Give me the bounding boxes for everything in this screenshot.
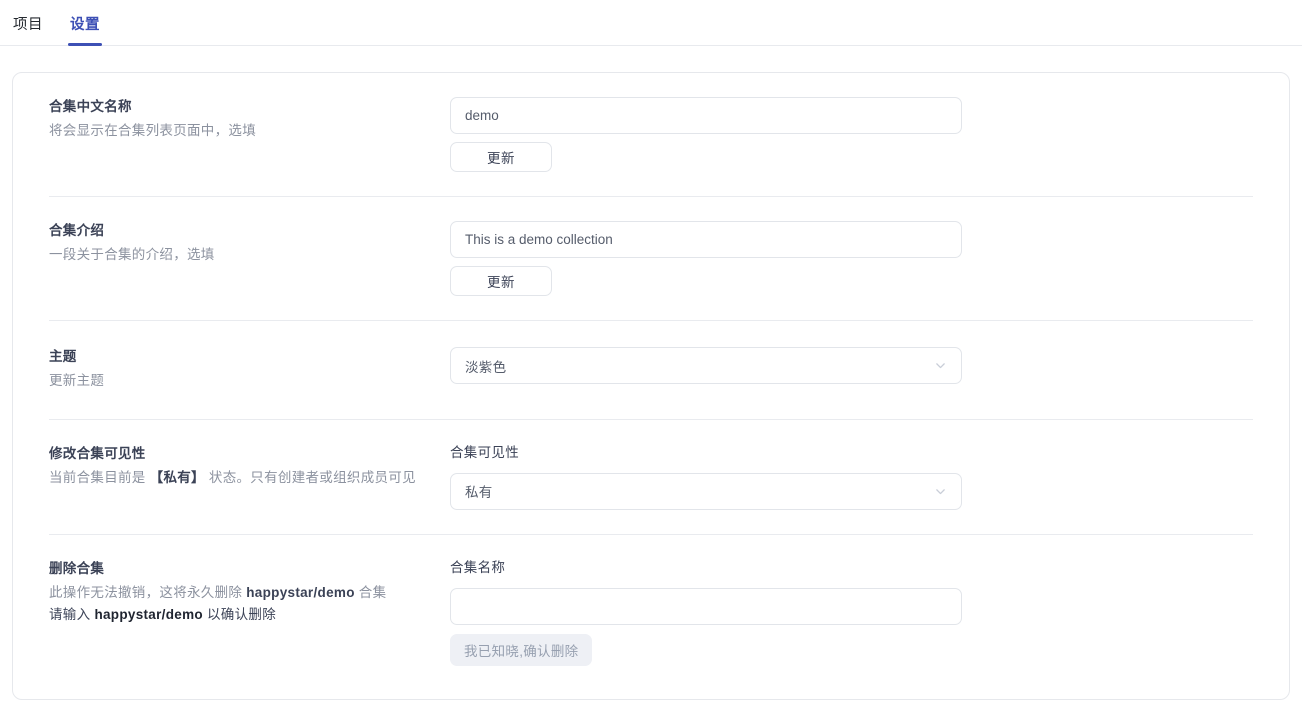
collection-name-update-label: 更新	[487, 147, 515, 167]
section-delete-desc-line1: 此操作无法撤销，这将永久删除 happystar/demo 合集	[49, 582, 449, 604]
section-visibility-title: 修改合集可见性	[49, 444, 449, 464]
section-collection-intro-info: 合集介绍 一段关于合集的介绍，选填	[37, 221, 449, 266]
tab-settings[interactable]: 设置	[56, 18, 114, 46]
chevron-down-icon	[933, 359, 947, 373]
tab-projects[interactable]: 项目	[0, 18, 56, 46]
delete-field-label: 合集名称	[450, 559, 1265, 578]
section-delete-controls: 合集名称 我已知晓,确认删除	[449, 559, 1265, 666]
section-theme-desc: 更新主题	[49, 370, 449, 392]
chevron-down-icon	[933, 484, 947, 498]
section-delete-info: 删除合集 此操作无法撤销，这将永久删除 happystar/demo 合集 请输…	[37, 559, 449, 625]
delete-desc2-suffix: 以确认删除	[203, 607, 276, 622]
tab-settings-label: 设置	[70, 17, 100, 33]
tab-projects-label: 项目	[13, 17, 43, 33]
section-collection-name-title: 合集中文名称	[49, 97, 449, 117]
settings-card: 合集中文名称 将会显示在合集列表页面中，选填 更新 合集介绍 一段关于合集的介绍…	[12, 72, 1290, 700]
delete-desc2-slug: happystar/demo	[94, 607, 202, 622]
section-delete-collection: 删除合集 此操作无法撤销，这将永久删除 happystar/demo 合集 请输…	[13, 535, 1289, 690]
visibility-desc-status: 【私有】	[150, 470, 205, 485]
visibility-desc-prefix: 当前合集目前是	[49, 470, 150, 485]
collection-intro-update-label: 更新	[487, 271, 515, 291]
theme-select-value: 淡紫色	[465, 356, 506, 376]
visibility-field-label: 合集可见性	[450, 444, 1265, 463]
visibility-select[interactable]: 私有	[450, 473, 962, 510]
section-collection-name-controls: 更新	[449, 97, 1265, 172]
delete-desc2-prefix: 请输入	[49, 607, 94, 622]
visibility-desc-suffix: 状态。只有创建者或组织成员可见	[205, 470, 416, 485]
section-collection-intro-desc: 一段关于合集的介绍，选填	[49, 244, 449, 266]
collection-name-update-button[interactable]: 更新	[450, 142, 552, 172]
theme-select[interactable]: 淡紫色	[450, 347, 962, 384]
section-visibility-desc: 当前合集目前是 【私有】 状态。只有创建者或组织成员可见	[49, 467, 449, 489]
section-collection-intro-title: 合集介绍	[49, 221, 449, 241]
section-theme-controls: 淡紫色	[449, 347, 1265, 384]
section-theme-info: 主题 更新主题	[37, 347, 449, 392]
section-collection-intro-controls: 更新	[449, 221, 1265, 296]
delete-confirm-button[interactable]: 我已知晓,确认删除	[450, 634, 592, 666]
collection-intro-input[interactable]	[450, 221, 962, 258]
section-collection-name: 合集中文名称 将会显示在合集列表页面中，选填 更新	[13, 73, 1289, 196]
section-delete-title: 删除合集	[49, 559, 449, 579]
section-collection-name-desc: 将会显示在合集列表页面中，选填	[49, 120, 449, 142]
section-visibility-controls: 合集可见性 私有	[449, 444, 1265, 510]
section-delete-desc-line2: 请输入 happystar/demo 以确认删除	[49, 604, 449, 626]
section-collection-name-info: 合集中文名称 将会显示在合集列表页面中，选填	[37, 97, 449, 142]
delete-desc1-suffix: 合集	[355, 585, 387, 600]
collection-name-input[interactable]	[450, 97, 962, 134]
section-collection-intro: 合集介绍 一段关于合集的介绍，选填 更新	[13, 197, 1289, 320]
delete-desc1-prefix: 此操作无法撤销，这将永久删除	[49, 585, 246, 600]
collection-intro-update-button[interactable]: 更新	[450, 266, 552, 296]
delete-confirm-label: 我已知晓,确认删除	[464, 640, 578, 660]
visibility-select-value: 私有	[465, 481, 493, 501]
delete-desc1-slug: happystar/demo	[246, 585, 354, 600]
delete-confirm-input[interactable]	[450, 588, 962, 625]
section-visibility: 修改合集可见性 当前合集目前是 【私有】 状态。只有创建者或组织成员可见 合集可…	[13, 420, 1289, 534]
section-theme-title: 主题	[49, 347, 449, 367]
section-visibility-info: 修改合集可见性 当前合集目前是 【私有】 状态。只有创建者或组织成员可见	[37, 444, 449, 489]
section-theme: 主题 更新主题 淡紫色	[13, 321, 1289, 419]
tab-bar: 项目 设置	[0, 0, 1302, 46]
